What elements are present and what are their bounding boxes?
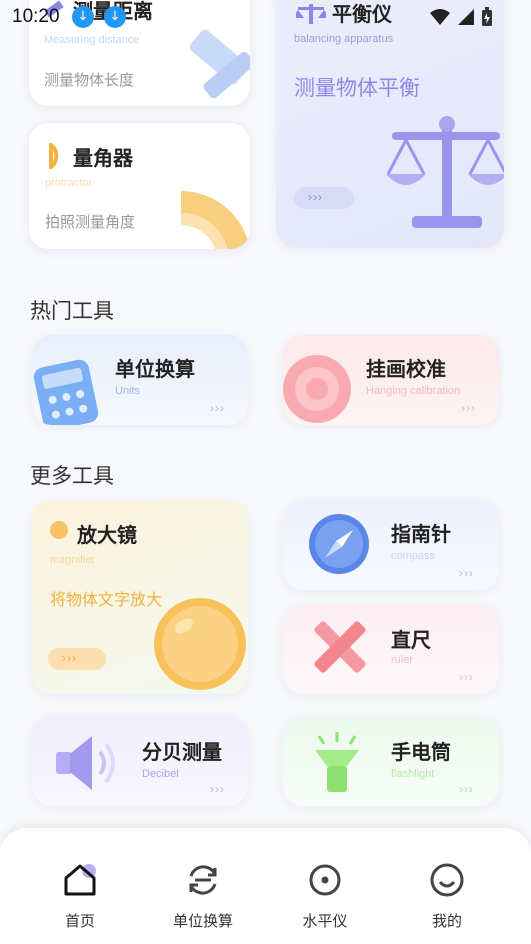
arrow-icon: ››› — [459, 670, 474, 684]
nav-item-mine[interactable]: 我的 — [397, 828, 497, 944]
nav-label: 单位换算 — [172, 912, 233, 930]
card-desc: 测量物体平衡 — [294, 76, 420, 100]
download-icon: ↓ — [104, 6, 126, 28]
go-button[interactable]: ››› — [48, 648, 106, 670]
status-time: 10:20 — [12, 6, 60, 27]
arrow-icon: ››› — [210, 401, 225, 415]
download-icon: ↓ — [72, 6, 94, 28]
speaker-icon — [56, 736, 115, 790]
battery-icon — [482, 7, 492, 26]
card-title: 单位换算 — [115, 357, 195, 381]
card-subtitle: Hanging calibration — [366, 385, 461, 397]
convert-icon — [189, 865, 217, 895]
arrow-icon: ››› — [459, 782, 474, 796]
status-bar: 10:20 ↓ ↓ — [0, 0, 531, 36]
bottom-nav: 首页 单位换算 水平仪 我的 — [0, 826, 531, 944]
section-title-hot: 热门工具 — [30, 299, 114, 323]
arrow-icon: ››› — [459, 566, 474, 580]
nav-label: 水平仪 — [302, 912, 348, 930]
units-card[interactable]: 单位换算 Units ››› — [32, 335, 248, 425]
ruler-cross-icon — [314, 621, 366, 673]
card-title: 指南针 — [391, 522, 451, 546]
card-title: 放大镜 — [77, 523, 137, 547]
ruler-card[interactable]: 直尺 ruler ››› — [283, 604, 499, 694]
magnifier-card[interactable]: 放大镜 magnifier 将物体文字放大 ››› — [32, 500, 248, 694]
flashlight-icon — [315, 732, 359, 792]
card-subtitle: compass — [391, 550, 436, 562]
protractor-icon — [181, 191, 250, 249]
card-title: 量角器 — [73, 146, 133, 170]
protractor-card[interactable]: 量角器 protractor 拍照测量角度 — [28, 122, 251, 250]
balance-scale-icon — [386, 116, 504, 228]
go-button[interactable]: ››› — [294, 187, 354, 209]
flashlight-card[interactable]: 手电筒 flashlight ››› — [283, 716, 499, 806]
card-desc: 测量物体长度 — [44, 71, 135, 89]
system-icons — [429, 7, 493, 27]
card-title: 直尺 — [391, 628, 431, 652]
nav-item-home[interactable]: 首页 — [30, 828, 130, 944]
level-icon — [309, 864, 341, 896]
nav-item-units[interactable]: 单位换算 — [153, 828, 253, 944]
balance-card[interactable]: 平衡仪 balancing apparatus 测量物体平衡 ››› — [276, 0, 504, 248]
hanging-calibration-card[interactable]: 挂画校准 Hanging calibration ››› — [283, 335, 499, 425]
profile-icon — [430, 863, 464, 897]
nav-item-level[interactable]: 水平仪 — [275, 828, 375, 944]
signal-icon — [458, 9, 474, 25]
wifi-icon — [430, 9, 450, 25]
compass-icon — [309, 514, 369, 574]
ruler-pencil-icon — [189, 29, 250, 99]
card-subtitle: protractor — [45, 177, 93, 189]
magnifier-glass-icon — [154, 598, 246, 690]
card-title: 分贝测量 — [142, 740, 222, 764]
card-title: 挂画校准 — [366, 357, 446, 381]
nav-label: 首页 — [64, 912, 95, 930]
card-desc: 将物体文字放大 — [50, 590, 163, 609]
arrow-icon: ››› — [210, 782, 225, 796]
calculator-icon — [33, 359, 99, 425]
magnifier-small-icon — [50, 521, 68, 539]
card-subtitle: magnifier — [50, 554, 96, 566]
protractor-small-icon — [49, 143, 59, 169]
card-subtitle: Decibel — [142, 768, 179, 780]
target-icon — [283, 355, 351, 423]
home-icon — [64, 864, 96, 896]
decibel-card[interactable]: 分贝测量 Decibel ››› — [32, 716, 248, 806]
card-subtitle: Units — [115, 385, 141, 397]
card-subtitle: ruler — [391, 654, 414, 666]
compass-card[interactable]: 指南针 compass ››› — [283, 500, 499, 590]
card-desc: 拍照测量角度 — [45, 213, 136, 231]
nav-label: 我的 — [431, 912, 462, 930]
card-subtitle: flashlight — [391, 768, 435, 780]
arrow-icon: ››› — [461, 401, 476, 415]
card-title: 手电筒 — [391, 740, 451, 764]
section-title-more: 更多工具 — [30, 464, 114, 488]
